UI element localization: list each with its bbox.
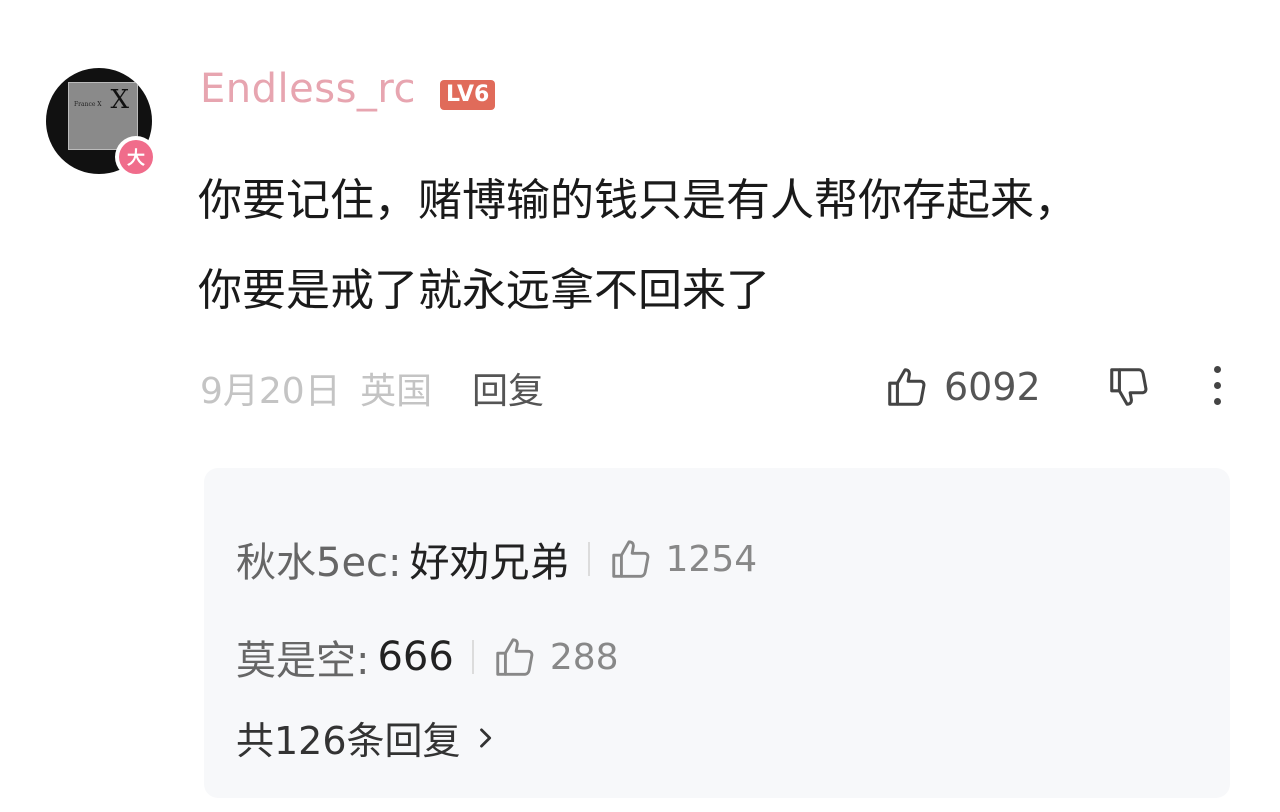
view-more-replies-link[interactable]: 共126条回复	[236, 710, 499, 765]
chevron-right-icon	[479, 727, 491, 748]
reply-like-count: 1254	[665, 538, 758, 580]
avatar-badge: 大	[115, 136, 157, 178]
comment-meta: 9月20日 英国	[200, 362, 432, 414]
comment-text: 你要记住，赌博输的钱只是有人帮你存起来， 你要是戒了就永远拿不回来了	[198, 175, 1078, 316]
reply-divider	[587, 542, 590, 576]
thumb-up-icon	[496, 638, 534, 676]
avatar-card-caption: France X	[74, 101, 102, 108]
reply-author[interactable]: 莫是空:	[236, 628, 369, 686]
more-replies-label: 共126条回复	[236, 719, 461, 763]
thumb-up-icon	[611, 540, 649, 578]
comment-date: 9月20日	[200, 371, 341, 412]
avatar-card-letter: X	[110, 85, 129, 115]
like-button[interactable]: 6092	[884, 364, 1041, 410]
reply-divider	[471, 640, 474, 674]
reply-button[interactable]: 回复	[472, 362, 544, 414]
reply-like-button[interactable]: 1254	[608, 536, 758, 582]
level-badge: LV6	[440, 80, 496, 110]
avatar-badge-label: 大	[119, 140, 153, 174]
username[interactable]: Endless_rc	[200, 66, 416, 112]
reply-text: 好劝兄弟	[409, 540, 570, 586]
thumb-up-icon	[888, 368, 926, 406]
reply-text: 666	[377, 634, 454, 680]
thumb-down-icon	[1110, 368, 1148, 406]
reply-item[interactable]: 莫是空: 666 288	[236, 628, 619, 686]
reply-item[interactable]: 秋水5ec: 好劝兄弟 1254	[236, 530, 757, 588]
reply-like-count: 288	[549, 636, 619, 678]
comment-location: 英国	[360, 371, 433, 412]
reply-author[interactable]: 秋水5ec:	[236, 530, 402, 588]
dislike-button[interactable]	[1106, 364, 1152, 414]
more-vertical-icon[interactable]	[1214, 366, 1221, 405]
like-count: 6092	[944, 365, 1041, 409]
reply-like-button[interactable]: 288	[492, 634, 619, 680]
